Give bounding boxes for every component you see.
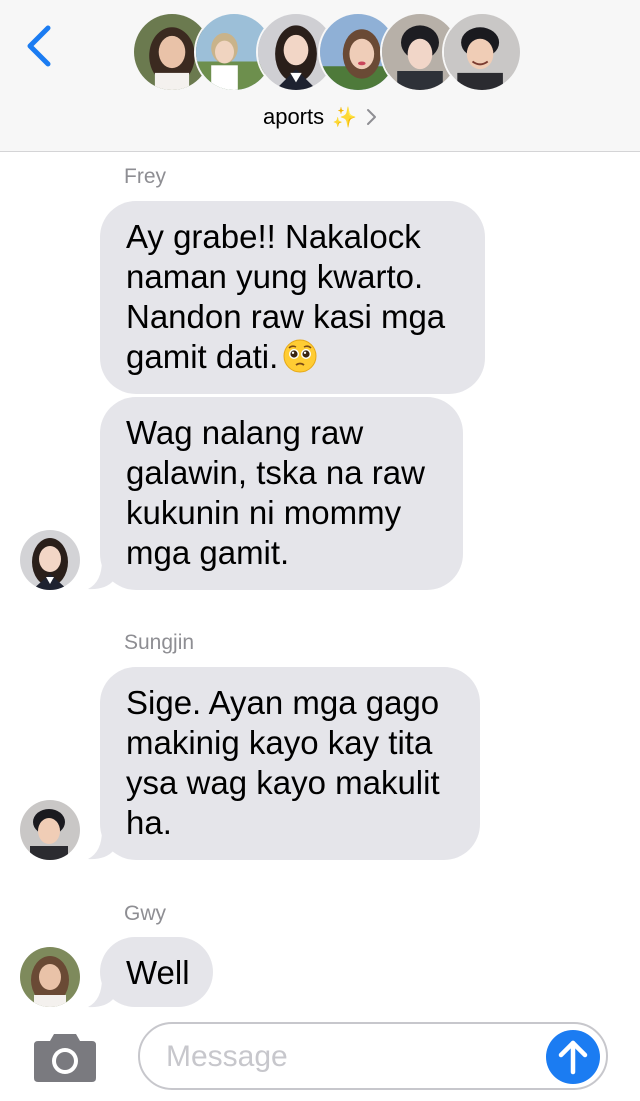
message-line: Wag nalang raw — [126, 414, 364, 451]
avatar-gwy[interactable] — [20, 947, 80, 1007]
bubble-tail — [88, 830, 114, 860]
sender-name: Gwy — [124, 902, 166, 925]
message-line: mga gamit. — [126, 534, 290, 571]
message-bubble[interactable]: Sige. Ayan mga gago makinig kayo kay tit… — [100, 667, 480, 860]
message-line: galawin, tska na raw — [126, 454, 425, 491]
group-avatar-6 — [442, 12, 522, 92]
message-line-text: gamit dati. — [126, 338, 279, 375]
message-line: kukunin ni mommy — [126, 494, 402, 531]
message-input-field[interactable] — [138, 1022, 608, 1090]
message-line: ha. — [126, 804, 172, 841]
camera-button[interactable] — [34, 1030, 96, 1082]
message-line: naman yung kwarto. — [126, 258, 424, 295]
arrow-up-icon — [558, 1040, 588, 1075]
message-bubble[interactable]: Well — [100, 937, 213, 1007]
message-line: Well — [126, 954, 190, 991]
send-button[interactable] — [546, 1030, 600, 1084]
conversation-header: aports ✨ — [0, 0, 640, 152]
avatar-sungjin[interactable] — [20, 800, 80, 860]
avatar-frey[interactable] — [20, 530, 80, 590]
back-button[interactable] — [20, 22, 60, 70]
message-line: ysa wag kayo makulit — [126, 764, 440, 801]
message-bubble[interactable]: Ay grabe!! Nakalock naman yung kwarto. N… — [100, 201, 485, 394]
group-name: aports — [262, 104, 325, 129]
message-line: Sige. Ayan mga gago — [126, 684, 440, 721]
message-line: Nandon raw kasi mga — [126, 298, 446, 335]
group-avatars[interactable] — [132, 12, 522, 96]
group-details-button[interactable]: aports ✨ — [0, 100, 640, 134]
chevron-right-icon — [367, 109, 377, 125]
message-line: Ay grabe!! Nakalock — [126, 218, 421, 255]
message-bubble[interactable]: Wag nalang raw galawin, tska na raw kuku… — [100, 397, 463, 590]
bubble-tail — [88, 560, 114, 590]
message-input[interactable] — [166, 1034, 536, 1080]
pleading-face-emoji — [283, 339, 317, 373]
message-line: gamit dati. — [126, 337, 459, 377]
camera-icon — [34, 1034, 96, 1082]
chevron-left-icon — [27, 25, 51, 67]
message-line: makinig kayo kay tita — [126, 724, 433, 761]
sparkle-icon: ✨ — [332, 106, 358, 129]
sender-name: Frey — [124, 165, 166, 188]
bubble-tail — [88, 978, 114, 1008]
sender-name: Sungjin — [124, 631, 195, 654]
